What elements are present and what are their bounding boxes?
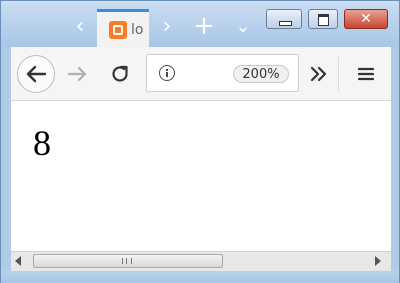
forward-arrow-icon bbox=[67, 66, 87, 82]
page-text: 8 bbox=[33, 123, 51, 163]
scrollbar-thumb[interactable] bbox=[33, 254, 223, 268]
browser-window: ‹ lo › + ⌄ ✕ 200% 8 bbox=[0, 0, 400, 283]
tab-active[interactable]: lo bbox=[97, 9, 149, 47]
tab-scroll-left-icon[interactable]: ‹ bbox=[69, 15, 91, 39]
maximize-button[interactable] bbox=[308, 9, 338, 29]
scrollbar-grip-icon bbox=[122, 258, 132, 264]
scroll-left-arrow-icon[interactable] bbox=[15, 256, 21, 266]
close-button[interactable]: ✕ bbox=[344, 9, 388, 29]
hamburger-menu-icon bbox=[357, 67, 375, 81]
reload-icon bbox=[112, 65, 128, 82]
forward-button[interactable] bbox=[65, 62, 89, 86]
horizontal-scrollbar[interactable] bbox=[11, 251, 391, 271]
back-arrow-icon bbox=[26, 65, 47, 83]
close-icon: ✕ bbox=[360, 11, 372, 27]
page-content: 8 bbox=[11, 101, 391, 251]
new-tab-plus-icon[interactable]: + bbox=[191, 13, 217, 39]
xampp-favicon-icon bbox=[109, 21, 127, 39]
back-button[interactable] bbox=[17, 55, 55, 93]
toolbar-separator bbox=[338, 57, 339, 91]
double-chevron-right-icon bbox=[310, 66, 327, 82]
overflow-menu-button[interactable] bbox=[307, 62, 331, 86]
minimize-button[interactable] bbox=[266, 9, 302, 29]
zoom-level-indicator[interactable]: 200% bbox=[233, 65, 289, 83]
url-bar[interactable]: 200% bbox=[146, 54, 299, 92]
page-info-icon[interactable] bbox=[159, 65, 175, 81]
reload-button[interactable] bbox=[108, 62, 132, 86]
window-bottom-frame bbox=[1, 271, 399, 283]
list-all-tabs-chevron-down-icon[interactable]: ⌄ bbox=[231, 15, 255, 39]
scroll-right-arrow-icon[interactable] bbox=[375, 256, 381, 266]
open-menu-button[interactable] bbox=[354, 62, 378, 86]
title-bar: ‹ lo › + ⌄ ✕ bbox=[1, 1, 399, 47]
navigation-toolbar: 200% bbox=[11, 47, 391, 101]
tab-scroll-right-icon[interactable]: › bbox=[156, 15, 178, 39]
tab-title: lo bbox=[131, 22, 144, 38]
